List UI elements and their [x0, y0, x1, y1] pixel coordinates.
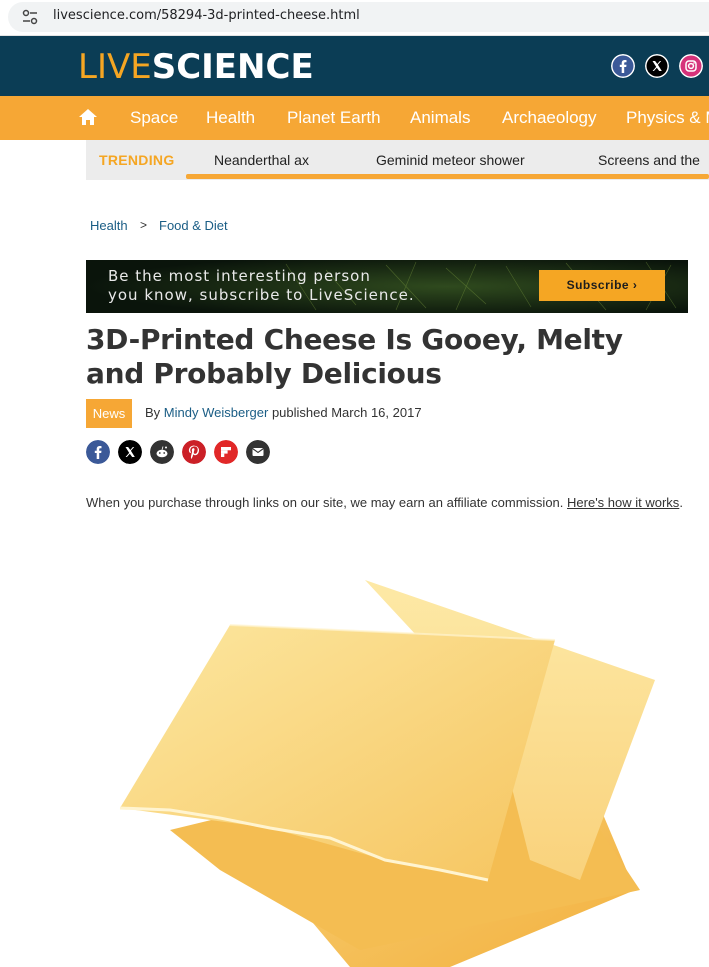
article-headline: 3D-Printed Cheese Is Gooey, Melty and Pr…: [86, 323, 623, 390]
banner-line-1: Be the most interesting person: [108, 267, 371, 285]
pinterest-icon[interactable]: [182, 440, 206, 464]
reddit-icon[interactable]: [150, 440, 174, 464]
breadcrumb-health[interactable]: Health: [90, 218, 128, 233]
byline-by: By: [145, 405, 161, 420]
main-nav: Space Health Planet Earth Animals Archae…: [0, 96, 709, 140]
email-icon[interactable]: [246, 440, 270, 464]
nav-item-planet-earth[interactable]: Planet Earth: [287, 108, 381, 128]
news-badge: News: [86, 399, 132, 428]
nav-item-space[interactable]: Space: [130, 108, 178, 128]
trending-bar: TRENDING Neanderthal ax Geminid meteor s…: [86, 140, 709, 180]
site-settings-icon[interactable]: [22, 9, 38, 25]
x-icon[interactable]: [118, 440, 142, 464]
subscribe-button[interactable]: Subscribe ›: [539, 270, 665, 301]
affiliate-link[interactable]: Here's how it works: [567, 495, 679, 510]
trending-item[interactable]: Screens and the: [598, 152, 700, 168]
nav-item-physics[interactable]: Physics & M: [626, 108, 709, 128]
nav-item-archaeology[interactable]: Archaeology: [502, 108, 597, 128]
flipboard-icon[interactable]: [214, 440, 238, 464]
browser-url-bar[interactable]: livescience.com/58294-3d-printed-cheese.…: [0, 0, 709, 36]
trending-scrollbar[interactable]: [186, 174, 709, 179]
trending-label: TRENDING: [99, 152, 175, 168]
affiliate-end: .: [679, 495, 683, 510]
home-icon[interactable]: [78, 108, 98, 126]
logo-science-text: SCIENCE: [151, 47, 314, 87]
trending-item[interactable]: Geminid meteor shower: [376, 152, 525, 168]
nav-item-animals[interactable]: Animals: [410, 108, 470, 128]
breadcrumb-separator: >: [140, 218, 148, 232]
breadcrumb-food-diet[interactable]: Food & Diet: [159, 218, 228, 233]
facebook-icon[interactable]: [611, 54, 635, 78]
logo-live-text: LIVE: [78, 47, 152, 87]
site-header: LIVESCIENCE: [0, 36, 709, 96]
author-link[interactable]: Mindy Weisberger: [164, 405, 269, 420]
site-logo[interactable]: LIVESCIENCE: [78, 49, 314, 85]
subscribe-banner[interactable]: Be the most interesting person you know,…: [86, 260, 688, 313]
trending-item[interactable]: Neanderthal ax: [214, 152, 309, 168]
url-text[interactable]: livescience.com/58294-3d-printed-cheese.…: [53, 8, 360, 23]
cheese-slices-image: [119, 580, 655, 967]
instagram-icon[interactable]: [679, 54, 703, 78]
affiliate-text: When you purchase through links on our s…: [86, 495, 564, 510]
nav-item-health[interactable]: Health: [206, 108, 255, 128]
publish-date: published March 16, 2017: [271, 405, 422, 420]
affiliate-disclosure: When you purchase through links on our s…: [86, 494, 686, 512]
byline: By Mindy Weisberger published March 16, …: [145, 405, 422, 420]
facebook-icon[interactable]: [86, 440, 110, 464]
banner-line-2: you know, subscribe to LiveScience.: [108, 286, 415, 304]
x-icon[interactable]: [645, 54, 669, 78]
